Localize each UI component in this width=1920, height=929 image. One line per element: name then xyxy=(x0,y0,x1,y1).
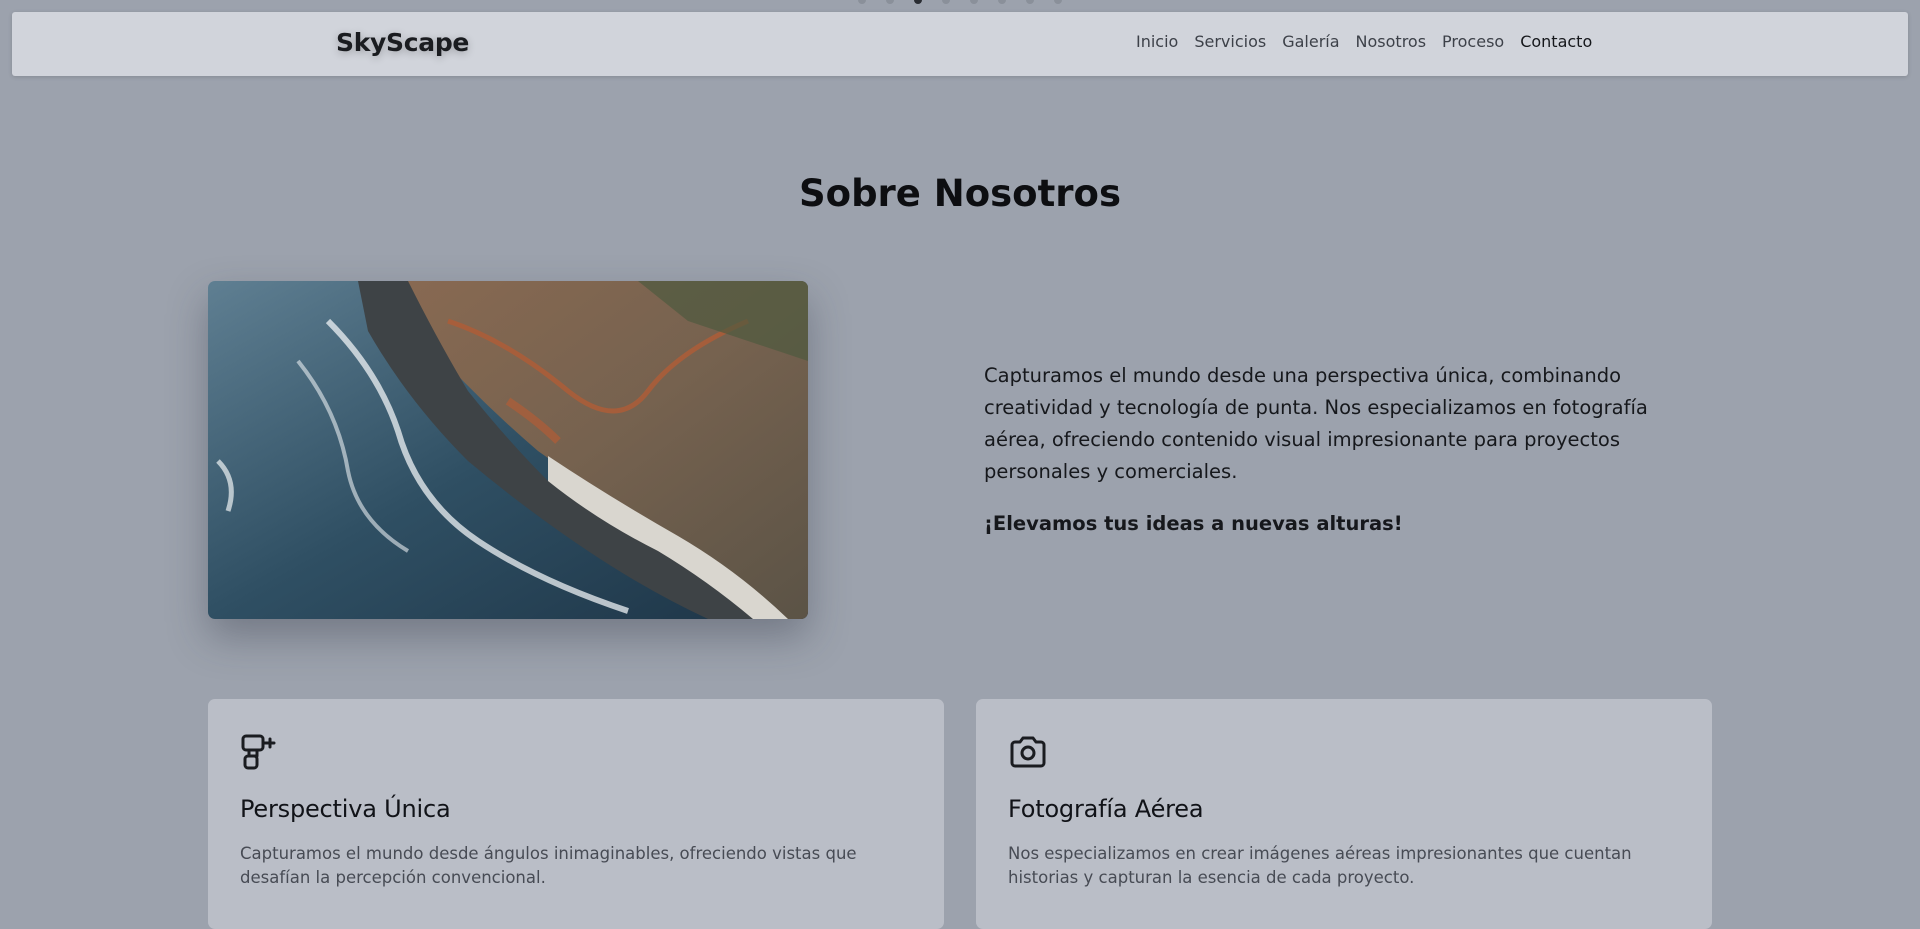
carousel-dot[interactable] xyxy=(1054,0,1062,4)
carousel-dot[interactable] xyxy=(886,0,894,4)
brand-logo[interactable]: SkyScape xyxy=(336,28,469,57)
carousel-dot-active[interactable] xyxy=(914,0,922,4)
feature-card-perspectiva: Perspectiva Única Capturamos el mundo de… xyxy=(208,699,944,929)
section-title: Sobre Nosotros xyxy=(799,172,1121,215)
carousel-dots xyxy=(0,0,1920,6)
about-paragraph: Capturamos el mundo desde una perspectiv… xyxy=(984,364,1648,483)
carousel-dot[interactable] xyxy=(858,0,866,4)
carousel-dot[interactable] xyxy=(1026,0,1034,4)
aerial-coast-photo xyxy=(208,281,808,619)
nav-link-inicio[interactable]: Inicio xyxy=(1136,32,1178,51)
camera-icon xyxy=(1008,732,1048,772)
nav-link-contacto[interactable]: Contacto xyxy=(1520,32,1592,51)
feature-card-fotografia: Fotografía Aérea Nos especializamos en c… xyxy=(976,699,1712,929)
carousel-dot[interactable] xyxy=(942,0,950,4)
feature-title: Perspectiva Única xyxy=(240,795,451,823)
nav-link-proceso[interactable]: Proceso xyxy=(1442,32,1504,51)
feature-description: Nos especializamos en crear imágenes aér… xyxy=(1008,844,1632,887)
carousel-dot[interactable] xyxy=(970,0,978,4)
about-tagline: ¡Elevamos tus ideas a nuevas alturas! xyxy=(984,512,1403,535)
nav-link-galeria[interactable]: Galería xyxy=(1282,32,1339,51)
feature-description: Capturamos el mundo desde ángulos inimag… xyxy=(240,844,857,887)
nav-link-servicios[interactable]: Servicios xyxy=(1194,32,1266,51)
feature-title: Fotografía Aérea xyxy=(1008,795,1204,823)
carousel-dot[interactable] xyxy=(998,0,1006,4)
nav-menu: Inicio Servicios Galería Nosotros Proces… xyxy=(1136,32,1592,51)
nav-link-nosotros[interactable]: Nosotros xyxy=(1356,32,1427,51)
navbar: SkyScape Inicio Servicios Galería Nosotr… xyxy=(12,12,1908,76)
drone-icon xyxy=(240,732,280,772)
